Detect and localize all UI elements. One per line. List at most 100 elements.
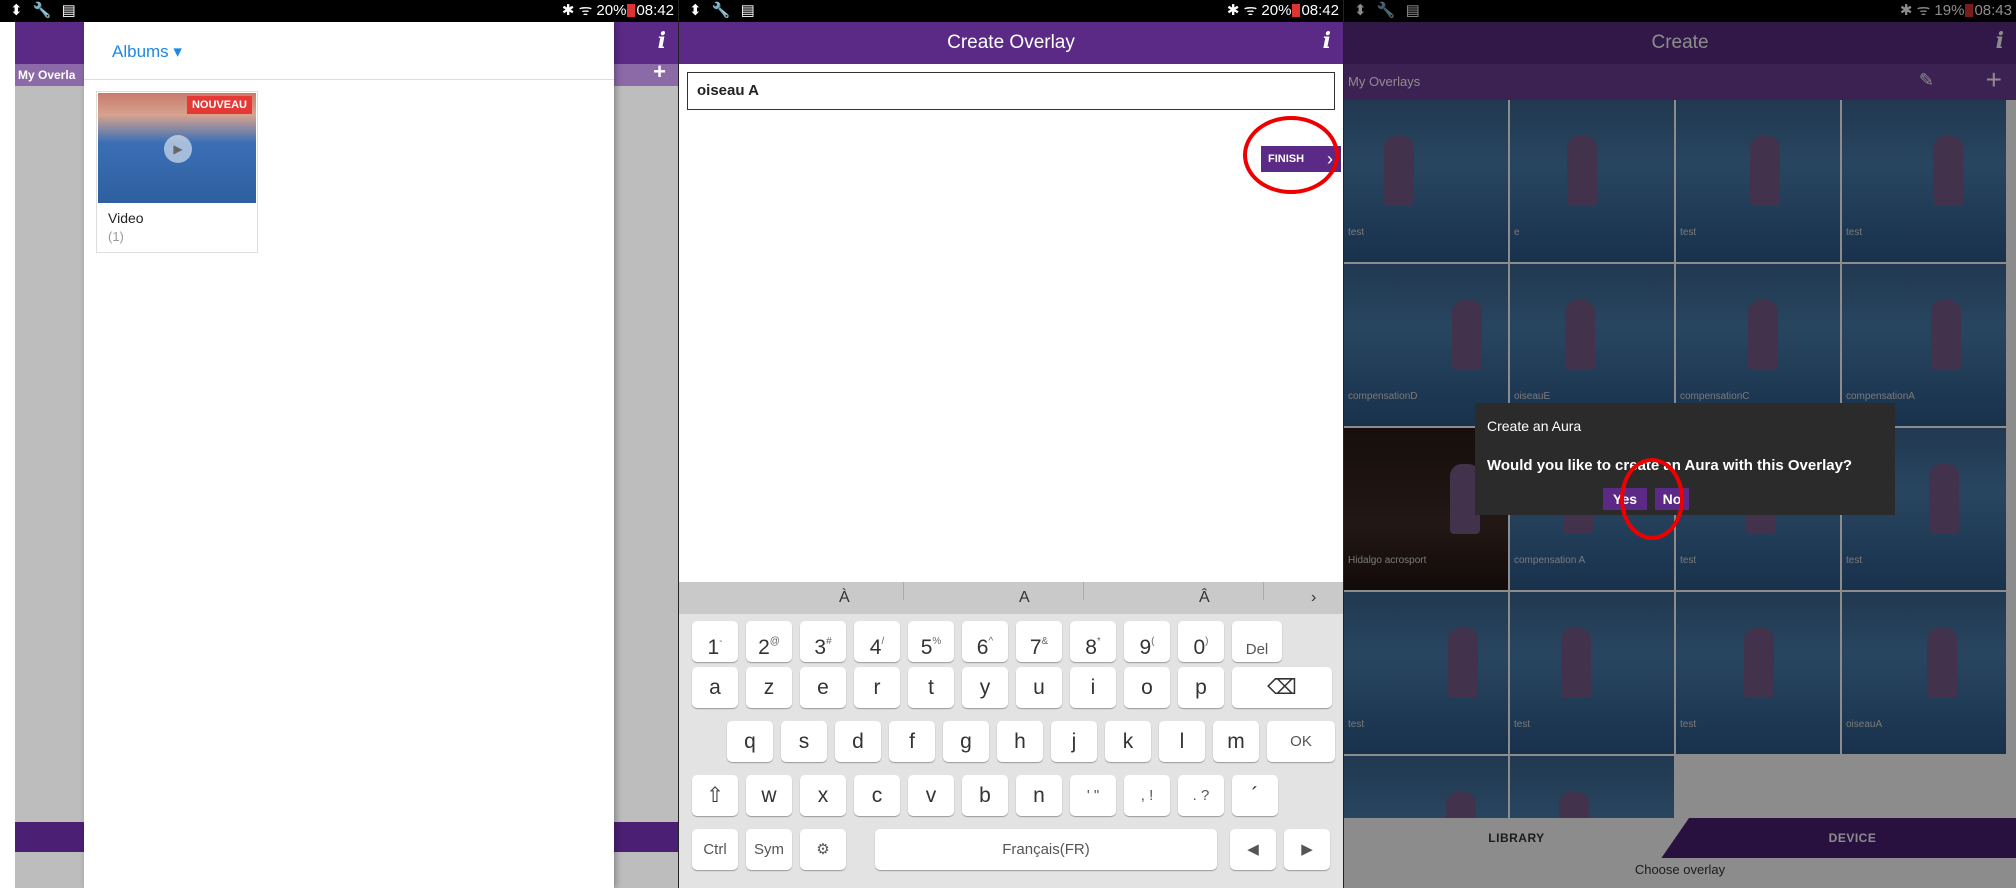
- album-name: Video: [108, 210, 144, 226]
- key-label: c: [871, 784, 883, 807]
- key-label: s: [798, 730, 810, 753]
- key-keys_row2-6[interactable]: u: [1016, 667, 1062, 708]
- key-keys_row1-10[interactable]: Del: [1232, 621, 1282, 662]
- key-keys_row1-8[interactable]: 9(: [1124, 621, 1170, 662]
- key-keys_row2-8[interactable]: o: [1124, 667, 1170, 708]
- key-label: k: [1122, 730, 1134, 753]
- key-label: Del: [1245, 641, 1269, 658]
- create-aura-dialog: Create an Aura Would you like to create …: [1475, 403, 1895, 515]
- key-label: n: [1033, 784, 1045, 807]
- album-count: (1): [108, 229, 124, 244]
- page-title: Create Overlay: [947, 32, 1075, 53]
- key-keys_row4-4[interactable]: v: [908, 775, 954, 816]
- key-keys_row1-5[interactable]: 6^: [962, 621, 1008, 662]
- info-icon[interactable]: i: [1323, 28, 1331, 54]
- key-label: w: [761, 784, 777, 807]
- key-keys_row3-6[interactable]: j: [1051, 721, 1097, 762]
- key-keys_row2-0[interactable]: a: [692, 667, 738, 708]
- key-keys_row1-9[interactable]: 0): [1178, 621, 1224, 662]
- key-keys_row4-8[interactable]: , !: [1124, 775, 1170, 816]
- spacebar[interactable]: Français(FR): [875, 829, 1217, 870]
- key-keys_row3-3[interactable]: f: [889, 721, 935, 762]
- key-keys_row1-1[interactable]: 2@: [746, 621, 792, 662]
- highlight-circle: [1620, 458, 1684, 540]
- key-keys_row1-3[interactable]: 4/: [854, 621, 900, 662]
- key-secondary-label: %: [932, 636, 942, 647]
- key-keys_row4-7[interactable]: ' ": [1070, 775, 1116, 816]
- suggestion-0[interactable]: À: [839, 582, 850, 614]
- key-keys_row3-10[interactable]: OK: [1267, 721, 1335, 762]
- key-keys_row2-5[interactable]: y: [962, 667, 1008, 708]
- key-label: l: [1179, 730, 1185, 753]
- suggestion-3[interactable]: ›: [1311, 582, 1316, 614]
- key-label: j: [1071, 730, 1077, 753]
- album-card-video[interactable]: NOUVEAU ▶ Video (1): [96, 91, 258, 253]
- app-bar: Create Overlay i: [679, 22, 1343, 64]
- key-label: b: [979, 784, 991, 807]
- key-keys_row3-7[interactable]: k: [1105, 721, 1151, 762]
- key-label: p: [1195, 676, 1207, 699]
- info-icon[interactable]: i: [658, 28, 666, 54]
- key-keys_row2-4[interactable]: t: [908, 667, 954, 708]
- key-keys_row2-2[interactable]: e: [800, 667, 846, 708]
- key-keys_row4-6[interactable]: n: [1016, 775, 1062, 816]
- key-keys_row4-9[interactable]: . ?: [1178, 775, 1224, 816]
- key-label: 4: [869, 636, 882, 659]
- key-label: d: [852, 730, 864, 753]
- key-secondary-label: ^: [988, 636, 994, 647]
- suggestion-divider: [903, 582, 904, 600]
- key-keys_row5-2[interactable]: ⚙: [800, 829, 846, 870]
- albums-dropdown[interactable]: Albums ▾: [112, 42, 182, 62]
- key-keys_row4-2[interactable]: x: [800, 775, 846, 816]
- key-secondary-label: @: [769, 636, 780, 647]
- key-keys_row1-0[interactable]: 1-: [692, 621, 738, 662]
- key-keys_row3-5[interactable]: h: [997, 721, 1043, 762]
- play-icon: ▶: [164, 135, 192, 163]
- key-keys_row4-0[interactable]: ⇧: [692, 775, 738, 816]
- key-keys_row2-1[interactable]: z: [746, 667, 792, 708]
- overlay-name-input[interactable]: oiseau A: [687, 72, 1335, 110]
- key-label: a: [709, 676, 721, 699]
- key-keys_row2-10[interactable]: ⌫: [1232, 667, 1332, 708]
- key-secondary-label: *: [1096, 636, 1101, 647]
- key-keys_row3-0[interactable]: q: [727, 721, 773, 762]
- key-keys_row2-3[interactable]: r: [854, 667, 900, 708]
- key-keys_row3-4[interactable]: g: [943, 721, 989, 762]
- key-keys_row3-9[interactable]: m: [1213, 721, 1259, 762]
- key-keys_row5-4[interactable]: ◀: [1230, 829, 1276, 870]
- key-keys_row1-4[interactable]: 5%: [908, 621, 954, 662]
- key-keys_row1-2[interactable]: 3#: [800, 621, 846, 662]
- highlight-circle: [1243, 116, 1339, 194]
- battery-icon: [627, 4, 636, 17]
- key-keys_row4-10[interactable]: ´: [1232, 775, 1278, 816]
- key-keys_row3-8[interactable]: l: [1159, 721, 1205, 762]
- key-keys_row3-2[interactable]: d: [835, 721, 881, 762]
- key-keys_row5-0[interactable]: Ctrl: [692, 829, 738, 870]
- key-label: OK: [1290, 733, 1312, 750]
- status-bar: ⬍ 🔧 ▤ ✱ ᯤ 20% 08:42: [679, 0, 1343, 22]
- key-label: i: [1090, 676, 1096, 699]
- key-label: . ?: [1192, 787, 1210, 804]
- new-badge: NOUVEAU: [186, 96, 252, 114]
- key-keys_row5-1[interactable]: Sym: [746, 829, 792, 870]
- key-label: u: [1033, 676, 1045, 699]
- suggestion-1[interactable]: A: [1019, 582, 1030, 614]
- key-label: 5: [920, 636, 933, 659]
- key-keys_row5-5[interactable]: ▶: [1284, 829, 1330, 870]
- key-keys_row1-7[interactable]: 8*: [1070, 621, 1116, 662]
- key-keys_row4-3[interactable]: c: [854, 775, 900, 816]
- album-picker-drawer: Albums ▾ NOUVEAU ▶ Video (1): [84, 22, 614, 888]
- key-keys_row3-1[interactable]: s: [781, 721, 827, 762]
- key-keys_row2-9[interactable]: p: [1178, 667, 1224, 708]
- key-keys_row4-5[interactable]: b: [962, 775, 1008, 816]
- key-label: ' ": [1086, 787, 1100, 804]
- key-keys_row4-1[interactable]: w: [746, 775, 792, 816]
- add-icon[interactable]: +: [653, 61, 666, 83]
- key-keys_row1-6[interactable]: 7&: [1016, 621, 1062, 662]
- key-label: e: [817, 676, 829, 699]
- key-label: 2: [758, 636, 770, 659]
- key-keys_row2-7[interactable]: i: [1070, 667, 1116, 708]
- suggestion-2[interactable]: Â: [1199, 582, 1210, 614]
- status-bar: ⬍ 🔧 ▤ ✱ ᯤ 20% 08:42: [0, 0, 678, 22]
- key-label: o: [1141, 676, 1153, 699]
